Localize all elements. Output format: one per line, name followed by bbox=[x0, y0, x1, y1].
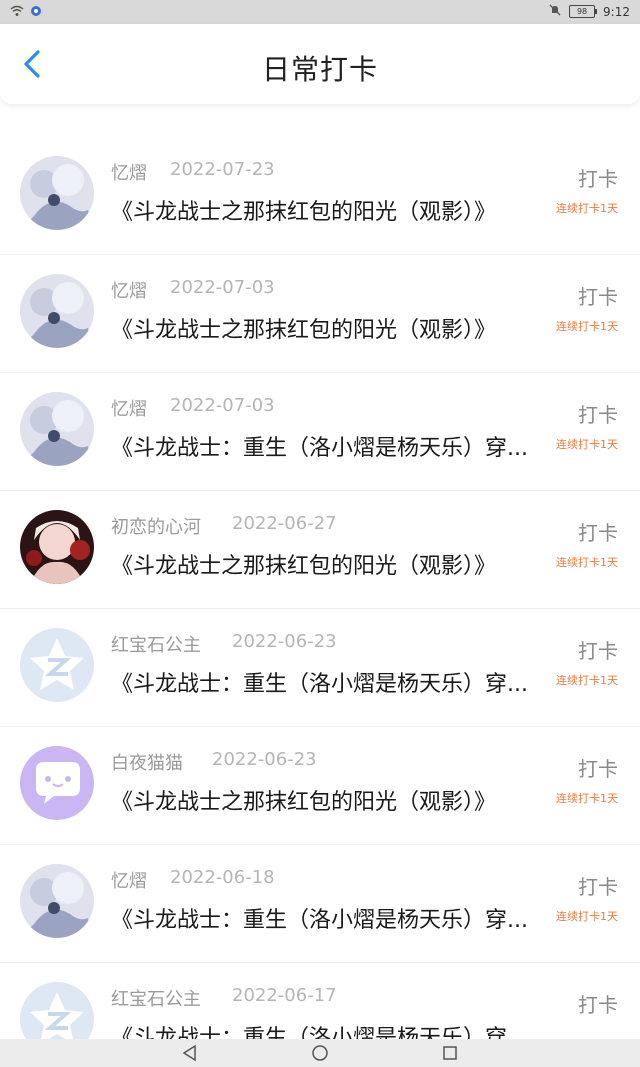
checkin-date: 2022-07-03 bbox=[170, 277, 275, 298]
anime-girl-avatar-icon bbox=[20, 392, 94, 466]
checkin-date: 2022-06-17 bbox=[232, 985, 337, 1006]
battery-icon: 98 bbox=[569, 5, 598, 18]
avatar[interactable] bbox=[20, 156, 94, 230]
checkin-date: 2022-06-18 bbox=[170, 867, 275, 888]
checkin-button[interactable]: 打卡 bbox=[578, 635, 618, 664]
user-name: 初恋的心河 bbox=[111, 517, 201, 538]
user-name: 红宝石公主 bbox=[111, 989, 201, 1010]
qzone-star-avatar-icon bbox=[20, 628, 94, 702]
triangle-back-icon bbox=[182, 1044, 196, 1062]
list-item[interactable]: 忆熠 2022-06-18 《斗龙战士：重生（洛小熠是杨天乐）穿... 打卡 连… bbox=[0, 844, 640, 963]
book-title: 《斗龙战士：重生（洛小熠是杨天乐）穿... bbox=[111, 1026, 528, 1039]
avatar[interactable] bbox=[20, 982, 94, 1039]
avatar[interactable] bbox=[20, 864, 94, 938]
user-name: 忆熠 bbox=[111, 399, 147, 420]
streak-label: 连续打卡1天 bbox=[556, 320, 618, 333]
user-name: 忆熠 bbox=[111, 281, 147, 302]
list-item[interactable]: 忆熠 2022-07-03 《斗龙战士：重生（洛小熠是杨天乐）穿... 打卡 连… bbox=[0, 372, 640, 491]
square-recent-icon bbox=[443, 1046, 457, 1060]
checkin-button[interactable]: 打卡 bbox=[578, 517, 618, 546]
nav-recent-button[interactable] bbox=[440, 1043, 460, 1063]
book-title: 《斗龙战士之那抹红包的阳光（观影）》 bbox=[111, 790, 497, 815]
anime-girl-avatar-icon bbox=[20, 156, 94, 230]
avatar[interactable] bbox=[20, 274, 94, 348]
book-title: 《斗龙战士之那抹红包的阳光（观影）》 bbox=[111, 554, 497, 579]
user-name: 忆熠 bbox=[111, 163, 147, 184]
user-name: 红宝石公主 bbox=[111, 635, 201, 656]
header-bar: 日常打卡 bbox=[0, 24, 640, 104]
page-title: 日常打卡 bbox=[261, 53, 378, 86]
clock-time: 9:12 bbox=[603, 4, 630, 19]
user-name: 白夜猫猫 bbox=[111, 753, 183, 774]
streak-label: 连续打卡1天 bbox=[556, 438, 618, 451]
system-nav-bar bbox=[0, 1039, 640, 1067]
anime-girl-avatar-icon bbox=[20, 274, 94, 348]
avatar[interactable] bbox=[20, 628, 94, 702]
book-title: 《斗龙战士之那抹红包的阳光（观影）》 bbox=[111, 318, 497, 343]
circle-home-icon bbox=[312, 1045, 328, 1061]
checkin-date: 2022-07-23 bbox=[170, 159, 275, 180]
list-item[interactable]: 忆熠 2022-07-03 《斗龙战士之那抹红包的阳光（观影）》 打卡 连续打卡… bbox=[0, 254, 640, 373]
anime-girl-avatar-icon bbox=[20, 864, 94, 938]
wifi-icon bbox=[10, 5, 24, 20]
list-item[interactable]: 初恋的心河 2022-06-27 《斗龙战士之那抹红包的阳光（观影）》 打卡 连… bbox=[0, 490, 640, 609]
checkin-date: 2022-06-27 bbox=[232, 513, 337, 534]
avatar[interactable] bbox=[20, 746, 94, 820]
book-title: 《斗龙战士之那抹红包的阳光（观影）》 bbox=[111, 200, 497, 225]
avatar[interactable] bbox=[20, 392, 94, 466]
nav-home-button[interactable] bbox=[310, 1043, 330, 1063]
checkin-button[interactable]: 打卡 bbox=[578, 753, 618, 782]
user-name: 忆熠 bbox=[111, 871, 147, 892]
checkin-button[interactable]: 打卡 bbox=[578, 163, 618, 192]
checkin-date: 2022-07-03 bbox=[170, 395, 275, 416]
checkin-button[interactable]: 打卡 bbox=[578, 399, 618, 428]
qzone-star-avatar-icon bbox=[20, 982, 94, 1039]
streak-label: 连续打卡1天 bbox=[556, 674, 618, 687]
app-indicator-icon bbox=[30, 5, 42, 20]
checkin-button[interactable]: 打卡 bbox=[578, 871, 618, 900]
streak-label: 连续打卡1天 bbox=[556, 556, 618, 569]
list-item[interactable]: 忆熠 2022-07-23 《斗龙战士之那抹红包的阳光（观影）》 打卡 连续打卡… bbox=[0, 136, 640, 255]
red-anime-avatar-icon bbox=[20, 510, 94, 584]
streak-label: 连续打卡1天 bbox=[556, 792, 618, 805]
list-item[interactable]: 红宝石公主 2022-06-17 《斗龙战士：重生（洛小熠是杨天乐）穿... 打… bbox=[0, 962, 640, 1039]
avatar[interactable] bbox=[20, 510, 94, 584]
list-item[interactable]: 白夜猫猫 2022-06-23 《斗龙战士之那抹红包的阳光（观影）》 打卡 连续… bbox=[0, 726, 640, 845]
checkin-button[interactable]: 打卡 bbox=[578, 989, 618, 1018]
bell-off-icon bbox=[549, 4, 561, 19]
list-item[interactable]: 红宝石公主 2022-06-23 《斗龙战士：重生（洛小熠是杨天乐）穿... 打… bbox=[0, 608, 640, 727]
status-bar: 98 9:12 bbox=[0, 0, 640, 24]
book-title: 《斗龙战士：重生（洛小熠是杨天乐）穿... bbox=[111, 436, 528, 461]
checkin-button[interactable]: 打卡 bbox=[578, 281, 618, 310]
streak-label: 连续打卡1天 bbox=[556, 910, 618, 923]
checkin-list: 忆熠 2022-07-23 《斗龙战士之那抹红包的阳光（观影）》 打卡 连续打卡… bbox=[0, 104, 640, 1039]
streak-label: 连续打卡1天 bbox=[556, 202, 618, 215]
book-title: 《斗龙战士：重生（洛小熠是杨天乐）穿... bbox=[111, 672, 528, 697]
checkin-date: 2022-06-23 bbox=[212, 749, 317, 770]
book-title: 《斗龙战士：重生（洛小熠是杨天乐）穿... bbox=[111, 908, 528, 933]
checkin-date: 2022-06-23 bbox=[232, 631, 337, 652]
chat-bubble-avatar-icon bbox=[20, 746, 94, 820]
nav-back-button[interactable] bbox=[180, 1043, 200, 1063]
